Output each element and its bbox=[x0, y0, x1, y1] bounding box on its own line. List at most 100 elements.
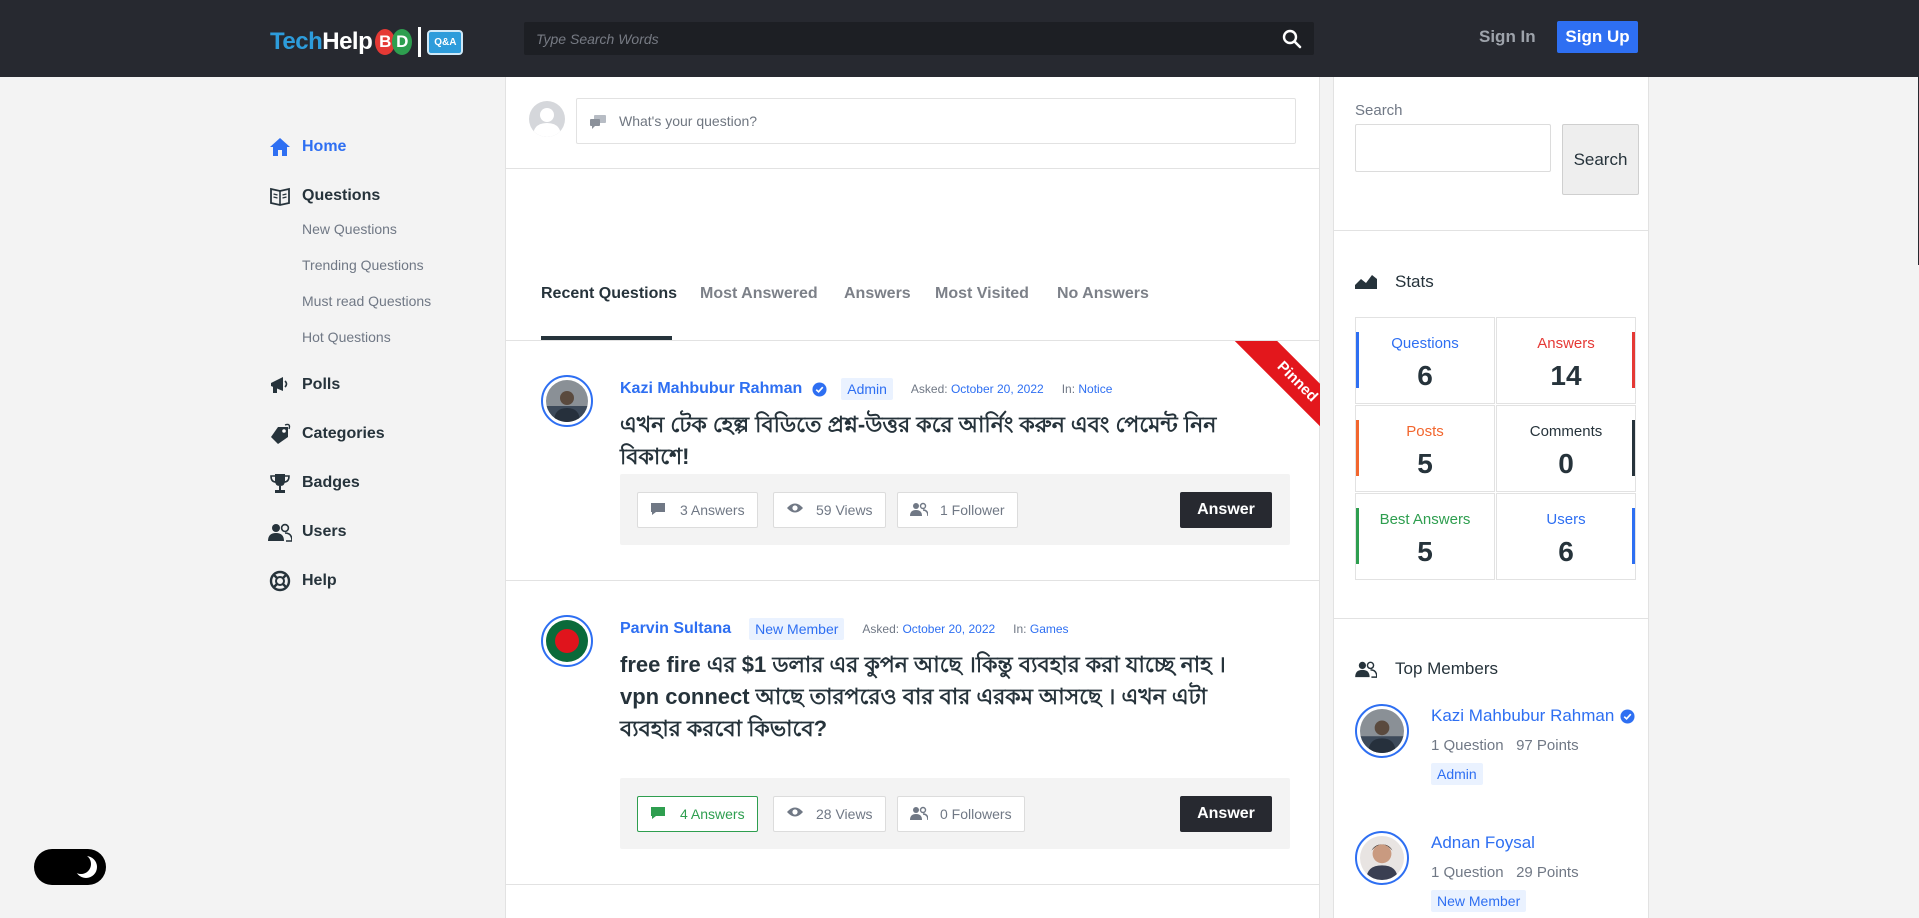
question-item: Parvin Sultana New Member Asked: October… bbox=[506, 581, 1319, 885]
followers-icon bbox=[910, 806, 928, 822]
ask-question-bar: What's your question? bbox=[506, 77, 1319, 169]
nav-questions[interactable]: Questions bbox=[268, 184, 498, 208]
logo-qa-badge: Q&A bbox=[427, 29, 464, 55]
lifebuoy-icon bbox=[268, 569, 292, 593]
member-avatar[interactable] bbox=[1355, 704, 1409, 758]
answer-button[interactable]: Answer bbox=[1180, 796, 1272, 832]
site-logo[interactable]: Tech Help B D Q&A bbox=[270, 24, 464, 60]
question-category: In: Games bbox=[1013, 622, 1068, 636]
logo-letter-d: D bbox=[392, 29, 413, 55]
nav-badges[interactable]: Badges bbox=[268, 471, 498, 495]
nav-polls[interactable]: Polls bbox=[268, 373, 498, 397]
nav-home[interactable]: Home bbox=[268, 135, 498, 159]
followers-icon bbox=[910, 502, 928, 518]
author-role-badge: New Member bbox=[749, 618, 845, 640]
megaphone-icon bbox=[268, 373, 292, 397]
question-title[interactable]: এখন টেক হেল্প বিডিতে প্রশ্ন-উত্তর করে আর… bbox=[620, 409, 1270, 473]
signup-button[interactable]: Sign Up bbox=[1557, 21, 1638, 53]
users-icon bbox=[268, 520, 292, 544]
logo-text-tech: Tech bbox=[270, 28, 323, 55]
question-category-link[interactable]: Games bbox=[1030, 622, 1069, 636]
author-photo bbox=[546, 620, 588, 662]
views-count: 28 Views bbox=[773, 796, 886, 832]
member-avatar[interactable] bbox=[1355, 831, 1409, 885]
tab-answers[interactable]: Answers bbox=[844, 285, 911, 303]
nav-must-read-questions[interactable]: Must read Questions bbox=[302, 293, 498, 313]
sidebar-search-input[interactable] bbox=[1355, 124, 1551, 172]
member-role-badge: New Member bbox=[1431, 890, 1527, 912]
question-date-link[interactable]: October 20, 2022 bbox=[951, 382, 1044, 396]
stat-accent-bar bbox=[1632, 332, 1635, 388]
member-points: 29 Points bbox=[1516, 864, 1579, 881]
asked-label: Asked: bbox=[910, 382, 948, 396]
question-meta: Parvin Sultana New Member Asked: October… bbox=[620, 617, 1069, 641]
tab-no-answers[interactable]: No Answers bbox=[1057, 285, 1149, 303]
followers-count-label: 1 Follower bbox=[940, 502, 1005, 518]
questions-submenu: New Questions Trending Questions Must re… bbox=[302, 221, 498, 349]
nav-new-questions[interactable]: New Questions bbox=[302, 221, 498, 241]
nav-help[interactable]: Help bbox=[268, 569, 498, 593]
sidebar-search-button[interactable]: Search bbox=[1562, 124, 1639, 195]
member-name[interactable]: Kazi Mahbubur Rahman bbox=[1431, 706, 1635, 726]
area-chart-icon bbox=[1355, 273, 1377, 291]
tag-icon bbox=[268, 422, 292, 446]
nav-users[interactable]: Users bbox=[268, 520, 498, 544]
author-avatar[interactable] bbox=[541, 615, 593, 667]
answers-count-button[interactable]: 4 Answers bbox=[637, 796, 758, 832]
tab-most-answered[interactable]: Most Answered bbox=[700, 285, 818, 303]
moon-icon bbox=[74, 855, 97, 878]
nav-categories[interactable]: Categories bbox=[268, 422, 498, 446]
followers-count-label: 0 Followers bbox=[940, 806, 1012, 822]
home-icon bbox=[268, 135, 292, 159]
question-category-link[interactable]: Notice bbox=[1078, 382, 1112, 396]
question-author[interactable]: Kazi Mahbubur Rahman bbox=[620, 380, 802, 398]
member-photo bbox=[1360, 709, 1404, 753]
question-category: In: Notice bbox=[1062, 382, 1113, 396]
answer-button[interactable]: Answer bbox=[1180, 492, 1272, 528]
user-avatar bbox=[529, 101, 565, 137]
nav-hot-questions[interactable]: Hot Questions bbox=[302, 329, 498, 349]
main-content: What's your question? Recent Questions M… bbox=[505, 77, 1320, 918]
stat-answers: Answers 14 bbox=[1496, 317, 1636, 404]
sidebar-divider bbox=[1334, 230, 1648, 231]
author-avatar[interactable] bbox=[541, 375, 593, 427]
nav-badges-label: Badges bbox=[302, 474, 360, 491]
stat-accent-bar bbox=[1632, 420, 1635, 476]
question-date: Asked: October 20, 2022 bbox=[911, 382, 1044, 396]
site-header: Tech Help B D Q&A Sign In Sign Up bbox=[0, 0, 1919, 77]
stat-accent-bar bbox=[1356, 420, 1359, 476]
tab-most-visited[interactable]: Most Visited bbox=[935, 285, 1029, 303]
stat-value: 5 bbox=[1417, 536, 1433, 567]
question-author[interactable]: Parvin Sultana bbox=[620, 620, 731, 638]
ask-question-input[interactable]: What's your question? bbox=[576, 98, 1296, 144]
question-item: Pinned Kazi Mahbubur Rahman Admin Asked:… bbox=[506, 341, 1320, 581]
question-date: Asked: October 20, 2022 bbox=[862, 622, 995, 636]
search-icon[interactable] bbox=[1282, 29, 1302, 49]
member-name[interactable]: Adnan Foysal bbox=[1431, 833, 1535, 853]
member-stats: 1 Question 29 Points bbox=[1431, 864, 1579, 881]
stat-accent-bar bbox=[1632, 508, 1635, 564]
logo-bd: B D bbox=[375, 29, 413, 55]
nav-trending-questions[interactable]: Trending Questions bbox=[302, 257, 498, 277]
sidebar-search-label: Search bbox=[1355, 102, 1403, 119]
verified-icon bbox=[1620, 708, 1635, 724]
member-points: 97 Points bbox=[1516, 737, 1579, 754]
header-search-input[interactable] bbox=[524, 22, 1264, 55]
stat-value: 0 bbox=[1558, 448, 1574, 479]
followers-count[interactable]: 0 Followers bbox=[897, 796, 1025, 832]
followers-count[interactable]: 1 Follower bbox=[897, 492, 1018, 528]
signin-link[interactable]: Sign In bbox=[1479, 27, 1536, 47]
answers-count-button[interactable]: 3 Answers bbox=[637, 492, 758, 528]
tab-recent-questions[interactable]: Recent Questions bbox=[541, 285, 677, 303]
stat-best-answers: Best Answers 5 bbox=[1355, 493, 1495, 580]
question-date-link[interactable]: October 20, 2022 bbox=[902, 622, 995, 636]
logo-text-help: Help bbox=[322, 28, 373, 55]
in-label: In: bbox=[1061, 382, 1076, 396]
stat-value: 14 bbox=[1550, 360, 1582, 391]
dark-mode-toggle[interactable] bbox=[34, 849, 106, 885]
member-role-badge: Admin bbox=[1431, 763, 1483, 785]
question-title[interactable]: free fire এর $1 ডলার এর কুপন আছে ।কিন্তু… bbox=[620, 649, 1270, 745]
views-count: 59 Views bbox=[773, 492, 886, 528]
question-meta: Kazi Mahbubur Rahman Admin Asked: Octobe… bbox=[620, 377, 1112, 401]
author-photo bbox=[546, 380, 588, 422]
